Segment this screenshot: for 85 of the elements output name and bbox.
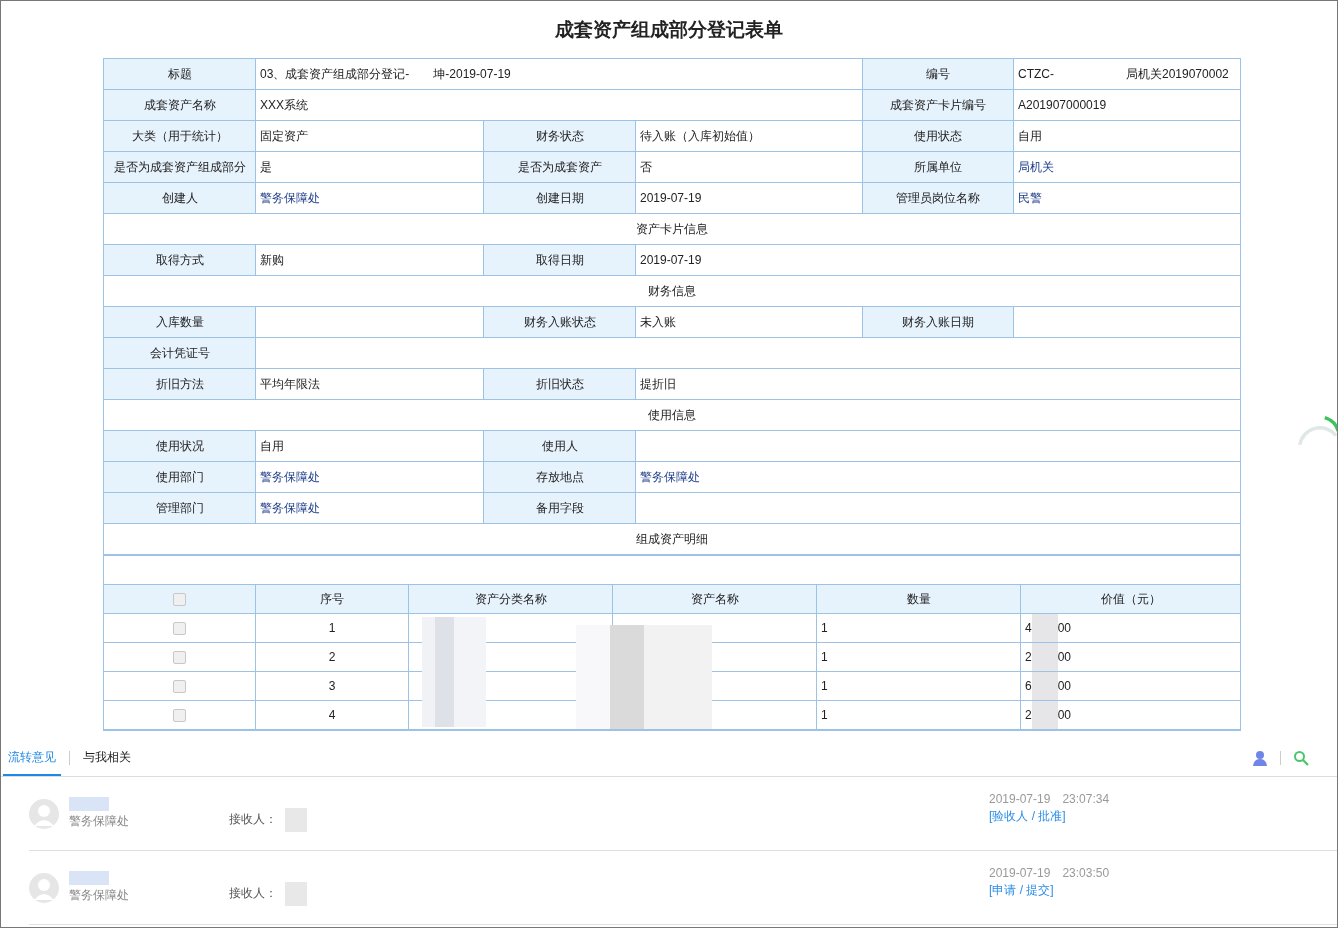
receiver-label: 接收人： (229, 885, 277, 902)
field-label: 折旧状态 (484, 369, 636, 400)
field-label: 创建人 (104, 183, 256, 214)
field-label: 备用字段 (484, 493, 636, 524)
progress-ring-icon (1295, 413, 1337, 447)
table-cell-text: 00 (1057, 649, 1072, 666)
table-cell-text: 2 (1025, 707, 1032, 724)
table-cell: 3 (256, 672, 409, 701)
row-checkbox[interactable] (173, 650, 186, 664)
field-label: 使用状况 (104, 431, 256, 462)
field-label: 使用状态 (863, 121, 1014, 152)
table-cell-text: 4 (1025, 620, 1032, 637)
form-title: 成套资产组成部分登记表单 (555, 18, 783, 42)
table-cell: 2 (256, 643, 409, 672)
comment-time: 2019-07-19 23:07:34 (989, 790, 1110, 808)
field-value: 提折旧 (636, 369, 1240, 400)
section-heading: 组成资产明细 (104, 524, 1240, 555)
field-label: 成套资产名称 (104, 90, 256, 121)
person-icon[interactable] (1252, 750, 1268, 766)
field-label: 财务入账日期 (863, 307, 1014, 338)
table-cell-text: 2 (1025, 649, 1032, 666)
field-label: 使用部门 (104, 462, 256, 493)
field-label: 管理部门 (104, 493, 256, 524)
table-cell: 1 (817, 643, 1021, 672)
field-label: 折旧方法 (104, 369, 256, 400)
table-cell-text: 00 (1057, 620, 1072, 637)
column-header: 数量 (817, 585, 1021, 614)
redaction-block (69, 871, 109, 885)
avatar-icon (29, 798, 59, 829)
field-value: 03、成套资产组成部分登记- 坤-2019-07-19 (256, 59, 863, 90)
field-link[interactable]: 局机关 (1014, 152, 1240, 183)
table-cell: 1 (817, 672, 1021, 701)
tab[interactable]: 流转意见 (3, 740, 61, 776)
comment-time: 2019-07-19 23:03:50 (989, 864, 1110, 882)
receiver-label: 接收人： (229, 811, 277, 828)
field-label: 标题 (104, 59, 256, 90)
field-label: 创建日期 (484, 183, 636, 214)
field-value: 2019-07-19 (636, 245, 1240, 276)
redaction-block (1031, 614, 1058, 642)
redaction-block (1031, 672, 1058, 700)
action-link[interactable]: [申请 / 提交] (989, 881, 1054, 899)
field-label: 存放地点 (484, 462, 636, 493)
table-cell-text: 00 (1057, 678, 1072, 695)
department-name: 警务保障处 (69, 813, 130, 830)
row-checkbox[interactable] (173, 679, 186, 693)
search-icon[interactable] (1293, 750, 1309, 766)
redaction-block (1031, 701, 1058, 729)
field-label: 取得方式 (104, 245, 256, 276)
field-label: 是否为成套资产 (484, 152, 636, 183)
field-label: 取得日期 (484, 245, 636, 276)
table-cell: 4 (256, 701, 409, 730)
redaction-block (69, 797, 109, 811)
field-label: 成套资产卡片编号 (863, 90, 1014, 121)
field-link[interactable]: 警务保障处 (636, 462, 1240, 493)
field-label: 所属单位 (863, 152, 1014, 183)
table-cell-text: 00 (1057, 707, 1072, 724)
field-label: 管理员岗位名称 (863, 183, 1014, 214)
table-cell: 1 (817, 701, 1021, 730)
table-cell: 1 (256, 614, 409, 643)
field-value: CTZC- 局机关2019070002 (1014, 59, 1240, 90)
tab[interactable]: 与我相关 (78, 740, 136, 776)
field-label: 编号 (863, 59, 1014, 90)
column-header: 序号 (256, 585, 409, 614)
action-link[interactable]: [验收人 / 批准] (989, 807, 1066, 825)
redaction-block (1031, 643, 1058, 671)
field-label: 财务入账状态 (484, 307, 636, 338)
field-link[interactable]: 民警 (1014, 183, 1240, 214)
field-label: 是否为成套资产组成部分 (104, 152, 256, 183)
column-header: 价值（元） (1021, 585, 1240, 614)
table-cell: 1 (817, 614, 1021, 643)
field-label: 财务状态 (484, 121, 636, 152)
field-label: 使用人 (484, 431, 636, 462)
column-header: 资产名称 (613, 585, 817, 614)
column-header: 资产分类名称 (409, 585, 613, 614)
field-label: 会计凭证号 (104, 338, 256, 369)
department-name: 警务保障处 (69, 887, 130, 904)
row-checkbox[interactable] (173, 708, 186, 722)
avatar-icon (29, 872, 59, 903)
field-label: 入库数量 (104, 307, 256, 338)
field-label: 大类（用于统计） (104, 121, 256, 152)
field-value: 自用 (1014, 121, 1240, 152)
select-all-checkbox[interactable] (173, 592, 186, 606)
table-cell-text: 6 (1025, 678, 1032, 695)
field-value: A201907000019 (1014, 90, 1240, 121)
row-checkbox[interactable] (173, 621, 186, 635)
